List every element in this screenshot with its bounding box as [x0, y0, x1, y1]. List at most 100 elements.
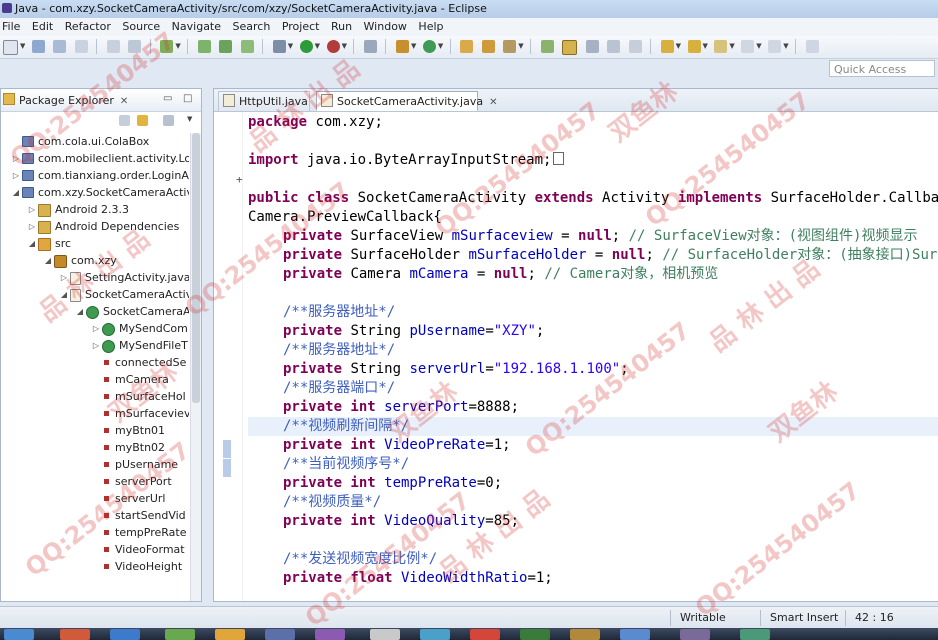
minimize-icon[interactable]: ▭	[163, 93, 172, 104]
tree-item[interactable]: ▷ MySendCom	[91, 320, 188, 337]
taskbar-app-icon[interactable]	[570, 629, 600, 640]
tree-item[interactable]: serverUrl	[101, 490, 165, 507]
collapse-all-icon[interactable]	[119, 115, 130, 126]
tree-twisty-icon[interactable]: ◢	[11, 184, 21, 201]
tree-item[interactable]: VideoFormat	[101, 541, 185, 558]
new-java-project-icon[interactable]	[395, 40, 409, 53]
tree-twisty-icon[interactable]: ▷	[27, 201, 37, 218]
paragraph-icon[interactable]	[628, 40, 642, 53]
debug-dropdown-icon[interactable]: ▼	[288, 42, 293, 50]
back-icon[interactable]	[741, 40, 755, 53]
tree-item[interactable]: ▷ Android Dependencies	[27, 218, 179, 235]
save-icon[interactable]	[31, 40, 45, 53]
tree-twisty-icon[interactable]: ▷	[27, 218, 37, 235]
checkbox-dropdown-icon[interactable]: ▼	[175, 42, 180, 50]
tree-item[interactable]: ▷ com.tianxiang.order.LoginAct	[11, 167, 189, 184]
close-icon[interactable]: ✕	[489, 97, 497, 108]
tree-twisty-icon[interactable]: ▷	[11, 150, 21, 167]
taskbar-app-icon[interactable]	[370, 629, 400, 640]
taskbar-app-icon[interactable]	[315, 629, 345, 640]
taskbar-app-icon[interactable]	[620, 629, 650, 640]
maximize-icon[interactable]: □	[183, 93, 192, 104]
tree-item[interactable]: serverPort	[101, 473, 172, 490]
wrench-icon[interactable]	[363, 40, 377, 53]
close-icon[interactable]: ✕	[120, 96, 128, 107]
taskbar-app-icon[interactable]	[470, 629, 500, 640]
debug-gear-icon[interactable]	[272, 40, 286, 53]
new-class-dropdown-icon[interactable]: ▼	[438, 42, 443, 50]
search-icon[interactable]	[503, 40, 517, 53]
tree-item[interactable]: ▷ SettingActivity.java	[59, 269, 189, 286]
tree-item[interactable]: ◢ src	[27, 235, 71, 252]
tree-item[interactable]: pUsername	[101, 456, 178, 473]
block-selection-icon[interactable]	[585, 40, 599, 53]
run-icon[interactable]	[299, 40, 313, 53]
open-type-icon[interactable]	[460, 40, 474, 53]
tree-item[interactable]: ▷ Android 2.3.3	[27, 201, 129, 218]
external-tools-dropdown-icon[interactable]: ▼	[342, 42, 347, 50]
tree-item[interactable]: ◢ com.xzy	[43, 252, 117, 269]
tree-item[interactable]: mCamera	[101, 371, 169, 388]
code-area[interactable]: package com.xzy; import java.io.ByteArra…	[248, 113, 938, 601]
tree-twisty-icon[interactable]: ▷	[59, 269, 69, 286]
new-class-icon[interactable]	[422, 40, 436, 53]
taskbar-app-icon[interactable]	[110, 629, 140, 640]
tree-item[interactable]: connectedSe	[101, 354, 186, 371]
menu-search[interactable]: Search	[233, 20, 271, 33]
start-icon[interactable]	[4, 629, 34, 640]
tree-twisty-icon[interactable]: ◢	[59, 286, 69, 303]
tree-twisty-icon[interactable]: ◢	[43, 252, 53, 269]
tree-item[interactable]: ▷ com.mobileclient.activity.Logi	[11, 150, 189, 167]
tree-item[interactable]: VideoHeight	[101, 558, 182, 575]
android-lint-icon[interactable]	[240, 40, 254, 53]
tree-item[interactable]: com.cola.ui.ColaBox	[11, 133, 149, 150]
tree-item[interactable]: ▷ MySendFileT	[91, 337, 188, 354]
forward-icon[interactable]	[768, 40, 782, 53]
tree-item[interactable]: startSendVid	[101, 507, 186, 524]
taskbar-app-icon[interactable]	[215, 629, 245, 640]
forward-dropdown-icon[interactable]: ▼	[783, 42, 788, 50]
menu-source[interactable]: Source	[122, 20, 160, 33]
new-icon[interactable]	[3, 40, 18, 55]
tab-httputil[interactable]: HttpUtil.java	[218, 91, 310, 111]
last-edit-dropdown-icon[interactable]: ▼	[729, 42, 734, 50]
tree-item[interactable]: ◢ SocketCameraA	[75, 303, 189, 320]
menu-run[interactable]: Run	[331, 20, 352, 33]
menu-file[interactable]: File	[2, 20, 20, 33]
tree-item[interactable]: mSurfaceHol	[101, 388, 186, 405]
external-tools-icon[interactable]	[326, 40, 340, 53]
package-explorer-tab[interactable]: Package Explorer ✕	[3, 92, 128, 110]
tree-item[interactable]: myBtn01	[101, 422, 165, 439]
tree-twisty-icon[interactable]: ◢	[27, 235, 37, 252]
tree-twisty-icon[interactable]: ▷	[91, 320, 101, 337]
view-menu-dropdown-icon[interactable]: ▼	[187, 115, 192, 123]
editor-gutter[interactable]: +	[214, 112, 243, 601]
menu-window[interactable]: Window	[364, 20, 407, 33]
tree-item[interactable]: tempPreRate	[101, 524, 187, 541]
android-sdk-icon[interactable]	[197, 40, 211, 53]
tree-item[interactable]: ◢ SocketCameraActiv	[59, 286, 189, 303]
search-dropdown-icon[interactable]: ▼	[518, 42, 523, 50]
expand-fold-icon[interactable]: +	[236, 173, 243, 186]
run-dropdown-icon[interactable]: ▼	[315, 42, 320, 50]
toggle-highlight-icon[interactable]	[562, 40, 578, 55]
open-perspective-icon[interactable]	[805, 40, 819, 53]
new-java-project-dropdown-icon[interactable]: ▼	[411, 42, 416, 50]
next-annotation-icon[interactable]	[660, 40, 674, 53]
new-dropdown-icon[interactable]: ▼	[20, 42, 25, 50]
save-all-icon[interactable]	[53, 40, 67, 53]
collapsed-imports-icon[interactable]	[553, 152, 565, 165]
taskbar-app-icon[interactable]	[680, 629, 710, 640]
taskbar-app-icon[interactable]	[420, 629, 450, 640]
android-avd-icon[interactable]	[219, 40, 233, 53]
tree-twisty-icon[interactable]: ▷	[11, 167, 21, 184]
menu-edit[interactable]: Edit	[32, 20, 53, 33]
download-icon[interactable]	[106, 40, 120, 53]
link-with-editor-icon[interactable]	[137, 115, 148, 126]
taskbar-app-icon[interactable]	[60, 629, 90, 640]
menu-help[interactable]: Help	[418, 20, 443, 33]
print-icon[interactable]	[74, 40, 88, 53]
view-menu-icon[interactable]	[163, 115, 174, 126]
menu-navigate[interactable]: Navigate	[172, 20, 221, 33]
tree-twisty-icon[interactable]: ◢	[75, 303, 85, 320]
